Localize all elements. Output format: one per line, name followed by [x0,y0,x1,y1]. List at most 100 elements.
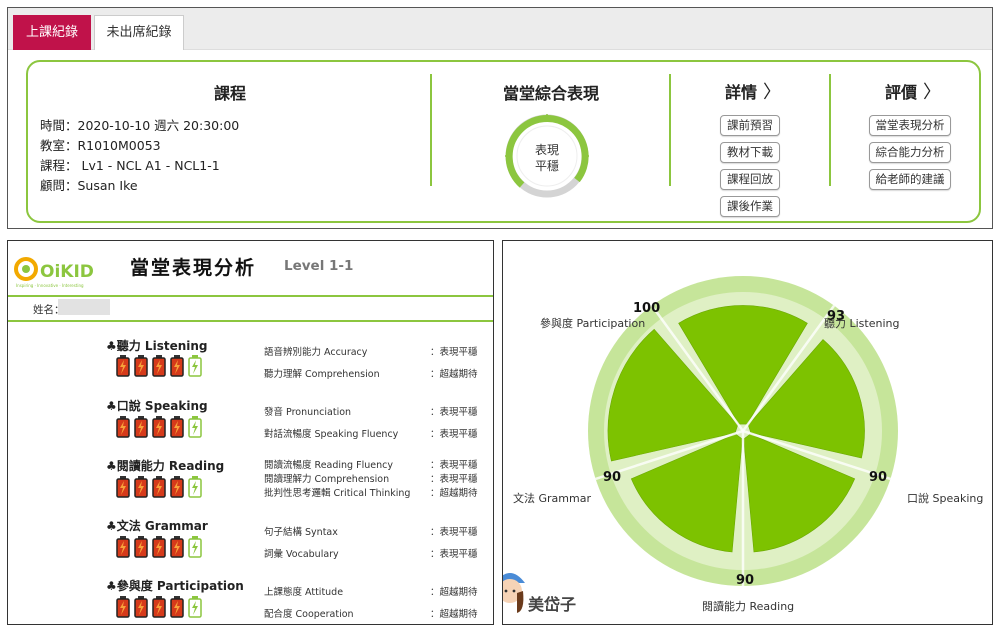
battery-full-icon [134,536,148,558]
sub-skill-result: ：表現平穩 [430,527,478,538]
replay-button[interactable]: 課程回放 [720,169,780,190]
student-name-redacted [58,299,110,315]
evaluation-heading[interactable]: 評價〉 [885,78,941,104]
chevron-right-icon: 〉 [923,82,942,103]
skill-reading: ♣閱讀能力 Reading [106,459,225,473]
skill-rating-listening [116,355,202,377]
skill-speaking: ♣口說 Speaking [106,399,208,413]
battery-full-icon [134,476,148,498]
sub-skill-result: ：表現平穩 [430,347,478,358]
battery-charging-icon [188,476,202,498]
gauge-label-line2: 平穩 [534,159,559,173]
column-divider [430,74,432,186]
cartoon-avatar-icon [503,573,525,613]
lesson-time: 時間：2020-10-10 週六 20:30:00 [40,118,240,133]
sub-skill-label: 上課態度 Attitude [264,587,344,598]
battery-charging-icon [188,416,202,438]
sub-skill-label: 閱讀理解力 Comprehension [264,474,390,485]
battery-full-icon [116,536,130,558]
sub-skill-result: ：表現平穩 [430,429,478,440]
skill-rating-speaking [116,416,202,438]
battery-full-icon [116,476,130,498]
sub-skill-label: 閱讀流暢度 Reading Fluency [264,460,393,471]
ability-radar-chart: 聽力 Listening 口說 Speaking 閱讀能力 Reading 文法… [502,240,993,625]
battery-full-icon [170,476,184,498]
skill-rating-reading [116,476,202,498]
sub-skill-result: ：表現平穩 [430,549,478,560]
details-heading[interactable]: 詳情〉 [725,78,781,104]
battery-full-icon [152,536,166,558]
sub-skill-label: 語音辨別能力 Accuracy [264,347,368,358]
sub-skill-label: 聽力理解 Comprehension [264,369,380,380]
battery-full-icon [152,416,166,438]
sub-skill-result: ：超越期待 [430,609,478,620]
lesson-advisor: 顧問：Susan Ike [40,178,138,193]
sub-skill-label: 詞彙 Vocabulary [264,549,339,560]
battery-charging-icon [188,355,202,377]
sub-skill-label: 配合度 Cooperation [264,609,354,620]
materials-download-button[interactable]: 教材下載 [720,142,780,163]
skill-rating-participation [116,596,202,618]
radar-value-listening: 93 [827,309,846,324]
battery-charging-icon [188,596,202,618]
sub-skill-label: 發音 Pronunciation [264,407,352,418]
lesson-classroom: 教室：R1010M0053 [40,138,161,153]
report-level: Level 1-1 [284,258,354,274]
class-record-panel: 上課紀錄 未出席紀錄 課程 時間：2020-10-10 週六 20:30:00 … [7,7,993,229]
battery-full-icon [116,355,130,377]
sub-skill-result: ：表現平穩 [430,407,478,418]
overall-ability-analysis-button[interactable]: 綜合能力分析 [869,142,951,163]
battery-full-icon [170,536,184,558]
sub-skill-result: ：超越期待 [430,488,478,499]
radar-label-grammar: 文法 Grammar [513,492,591,505]
battery-full-icon [152,476,166,498]
tab-bar: 上課紀錄 未出席紀錄 [8,8,992,50]
tab-attended-records[interactable]: 上課紀錄 [13,15,91,50]
battery-full-icon [116,416,130,438]
course-heading: 課程 [214,84,247,103]
divider [8,320,493,322]
battery-charging-icon [188,536,202,558]
gauge-label-line1: 表現 [534,143,559,157]
battery-full-icon [116,596,130,618]
teacher-feedback-button[interactable]: 給老師的建議 [869,169,951,190]
lesson-course: 課程： Lv1 - NCL A1 - NCL1-1 [40,158,220,173]
divider [8,295,493,297]
report-title: 當堂表現分析 [130,257,257,279]
homework-button[interactable]: 課後作業 [720,196,780,217]
skill-rating-grammar [116,536,202,558]
evaluation-heading-label: 評價 [885,83,918,102]
column-divider [669,74,671,186]
radar-label-speaking: 口說 Speaking [907,492,984,505]
battery-full-icon [134,596,148,618]
column-divider [829,74,831,186]
battery-full-icon [170,355,184,377]
skill-grammar: ♣文法 Grammar [106,519,208,533]
radar-value-speaking: 90 [869,470,888,485]
watermark-text: 美岱子 [528,595,577,614]
sub-skill-result: ：超越期待 [430,587,478,598]
sub-skill-result: ：超越期待 [430,369,478,380]
battery-full-icon [134,355,148,377]
battery-full-icon [170,596,184,618]
skill-listening: ♣聽力 Listening [106,339,208,353]
battery-full-icon [134,416,148,438]
battery-full-icon [170,416,184,438]
radar-label-participation: 參與度 Participation [540,317,646,330]
battery-full-icon [152,596,166,618]
sub-skill-result: ：表現平穩 [430,474,478,485]
details-heading-label: 詳情 [725,83,758,102]
class-performance-analysis-button[interactable]: 當堂表現分析 [869,115,951,136]
sub-skill-result: ：表現平穩 [430,460,478,471]
performance-report: OiKID Inspiring · Innovative · Interesti… [7,240,494,625]
radar-svg [588,276,898,586]
preview-button[interactable]: 課前預習 [720,115,780,136]
sub-skill-label: 對話流暢度 Speaking Fluency [264,429,399,440]
sub-skill-label: 句子結構 Syntax [264,527,338,538]
sub-skill-label: 批判性思考邏輯 Critical Thinking [264,488,411,499]
tab-absent-records[interactable]: 未出席紀錄 [94,15,184,50]
radar-value-grammar: 90 [603,470,622,485]
radar-value-participation: 100 [633,301,661,316]
svg-text:Inspiring · Innovative · Inter: Inspiring · Innovative · Interesting [16,283,84,288]
skill-participation: ♣參與度 Participation [106,579,244,593]
